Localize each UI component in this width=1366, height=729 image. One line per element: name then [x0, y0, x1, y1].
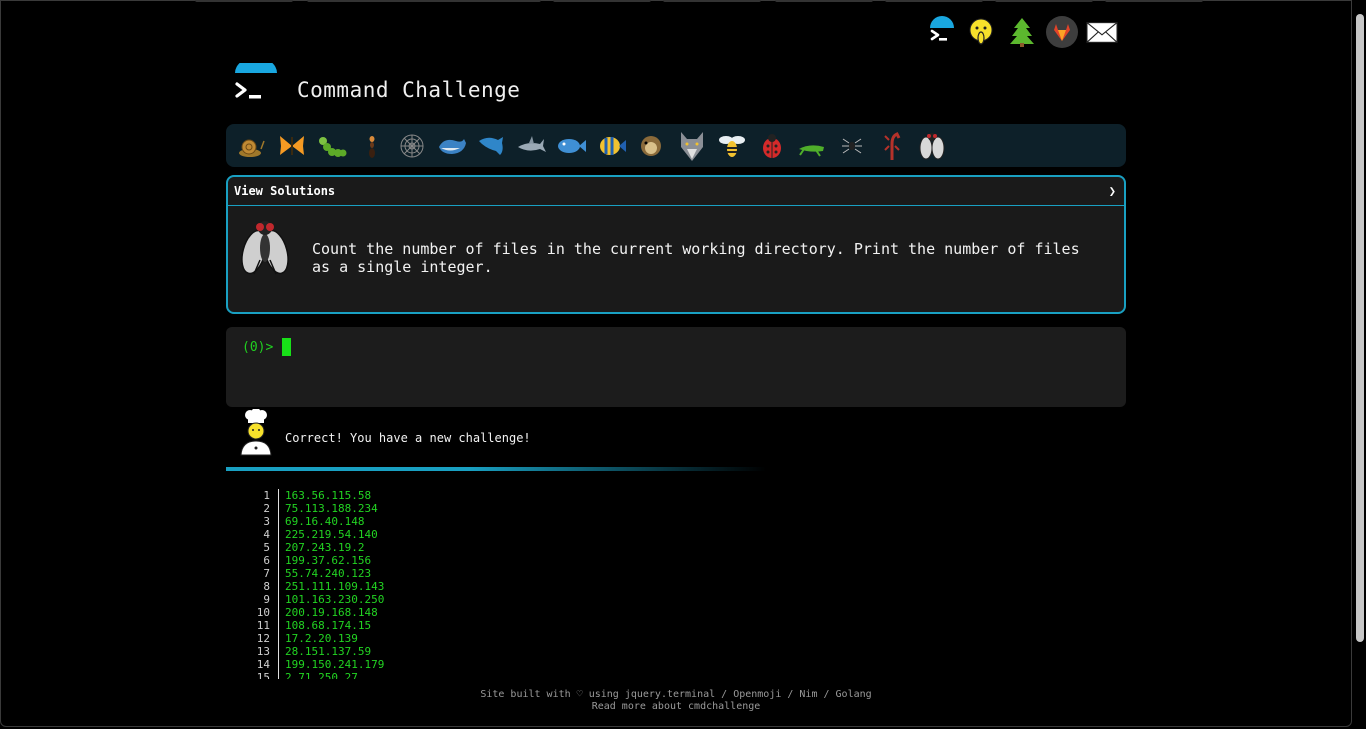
list-item: 1 163.56.115.58	[250, 489, 384, 502]
shark-icon[interactable]	[512, 126, 552, 166]
bee-icon[interactable]	[712, 126, 752, 166]
line-number: 13	[256, 645, 270, 658]
challenge-panel: View Solutions ❯ Count the number of fil…	[226, 175, 1126, 314]
butterfly-icon[interactable]	[272, 126, 312, 166]
ip-address: 108.68.174.15	[278, 619, 371, 632]
line-number: 5	[263, 541, 270, 554]
ip-address: 55.74.240.123	[278, 567, 371, 580]
list-item: 5 207.243.19.2	[250, 541, 384, 554]
ip-address: 75.113.188.234	[278, 502, 378, 515]
footer: Site built with ♡ using jquery.terminal …	[0, 689, 1352, 713]
terminal-prompt: (0)>	[242, 340, 274, 355]
line-number: 7	[263, 567, 270, 580]
line-number: 12	[256, 632, 270, 645]
terminal-cursor	[282, 338, 291, 356]
line-number: 9	[263, 593, 270, 606]
scorpion-icon[interactable]	[872, 126, 912, 166]
ip-address: 17.2.20.139	[278, 632, 358, 645]
tree-icon[interactable]	[1006, 14, 1038, 50]
footer-read-more-link[interactable]: Read more about cmdchallenge	[0, 701, 1352, 713]
ip-address: 251.111.109.143	[278, 580, 384, 593]
footer-credits: Site built with ♡ using jquery.terminal …	[480, 689, 872, 700]
challenge-icon-strip	[226, 124, 1126, 167]
shush-face-icon[interactable]	[966, 14, 998, 50]
whale-icon[interactable]	[432, 126, 472, 166]
list-item: 8 251.111.109.143	[250, 580, 384, 593]
wolf-icon[interactable]	[672, 126, 712, 166]
view-solutions-toggle[interactable]: View Solutions ❯	[228, 177, 1124, 206]
ip-address: 163.56.115.58	[278, 489, 371, 502]
list-item: 7 55.74.240.123	[250, 567, 384, 580]
tropical-fish-icon[interactable]	[592, 126, 632, 166]
list-item: 11 108.68.174.15	[250, 619, 384, 632]
line-number: 14	[256, 658, 270, 671]
list-item: 13 28.151.137.59	[250, 645, 384, 658]
gitlab-icon[interactable]	[1046, 14, 1078, 50]
list-item: 3 69.16.40.148	[250, 515, 384, 528]
list-item: 10 200.19.168.148	[250, 606, 384, 619]
terminal-icon[interactable]	[926, 14, 958, 50]
cricket-icon[interactable]	[792, 126, 832, 166]
list-item: 12 17.2.20.139	[250, 632, 384, 645]
line-number: 8	[263, 580, 270, 593]
site-logo-icon[interactable]	[233, 63, 279, 107]
chevron-right-icon: ❯	[1108, 184, 1116, 198]
line-number: 3	[263, 515, 270, 528]
ip-address: 207.243.19.2	[278, 541, 364, 554]
line-number: 6	[263, 554, 270, 567]
puffer-icon[interactable]	[632, 126, 672, 166]
line-number: 2	[263, 502, 270, 515]
line-number: 10	[256, 606, 270, 619]
list-item: 2 75.113.188.234	[250, 502, 384, 515]
top-tab-stubs	[195, 0, 1205, 3]
fly-icon[interactable]	[912, 126, 952, 166]
web-icon[interactable]	[392, 126, 432, 166]
mail-icon[interactable]	[1086, 14, 1118, 50]
ip-address: 28.151.137.59	[278, 645, 371, 658]
ant-icon[interactable]	[352, 126, 392, 166]
page-title: Command Challenge	[297, 78, 521, 102]
spider-icon[interactable]	[832, 126, 872, 166]
scrollbar[interactable]	[1356, 14, 1364, 642]
terminal[interactable]: (0)>	[226, 327, 1126, 407]
view-solutions-label: View Solutions	[234, 184, 336, 198]
ip-address: 225.219.54.140	[278, 528, 378, 541]
line-number: 15	[256, 671, 270, 679]
line-number: 1	[263, 489, 270, 502]
caterpillar-icon[interactable]	[312, 126, 352, 166]
chef-icon	[240, 409, 272, 456]
list-item: 9 101.163.230.250	[250, 593, 384, 606]
result-message: Correct! You have a new challenge!	[285, 431, 531, 445]
top-icon-bar	[926, 14, 1118, 50]
list-item: 4 225.219.54.140	[250, 528, 384, 541]
ip-address: 69.16.40.148	[278, 515, 364, 528]
line-number: 4	[263, 528, 270, 541]
list-item: 15 2.71.250.27	[250, 671, 384, 679]
ip-address: 101.163.230.250	[278, 593, 384, 606]
result-divider	[226, 467, 766, 471]
list-item: 6 199.37.62.156	[250, 554, 384, 567]
ladybug-icon[interactable]	[752, 126, 792, 166]
fish-icon[interactable]	[552, 126, 592, 166]
ip-address: 199.37.62.156	[278, 554, 371, 567]
line-number: 11	[256, 619, 270, 632]
ip-address: 199.150.241.179	[278, 658, 384, 671]
fly-icon	[241, 221, 289, 275]
output-list: 1 163.56.115.58 2 75.113.188.234 3 69.16.40.1…	[250, 489, 384, 679]
list-item: 14 199.150.241.179	[250, 658, 384, 671]
challenge-description: Count the number of files in the current…	[312, 240, 1080, 276]
ip-address: 200.19.168.148	[278, 606, 378, 619]
dolphin-icon[interactable]	[472, 126, 512, 166]
ip-address: 2.71.250.27	[278, 671, 358, 679]
snail-icon[interactable]	[232, 126, 272, 166]
